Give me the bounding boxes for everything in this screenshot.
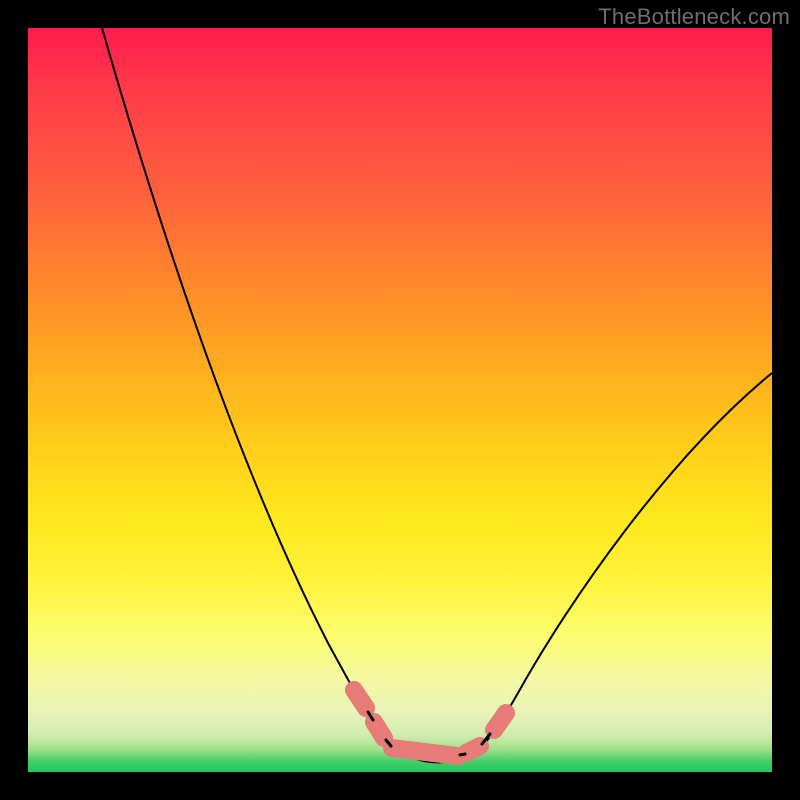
watermark-text: TheBottleneck.com [598, 4, 790, 30]
valley-worm [354, 690, 506, 756]
outer-frame: TheBottleneck.com [0, 0, 800, 800]
chart-svg [28, 28, 772, 772]
plot-area [28, 28, 772, 772]
bottleneck-curve [102, 28, 772, 763]
